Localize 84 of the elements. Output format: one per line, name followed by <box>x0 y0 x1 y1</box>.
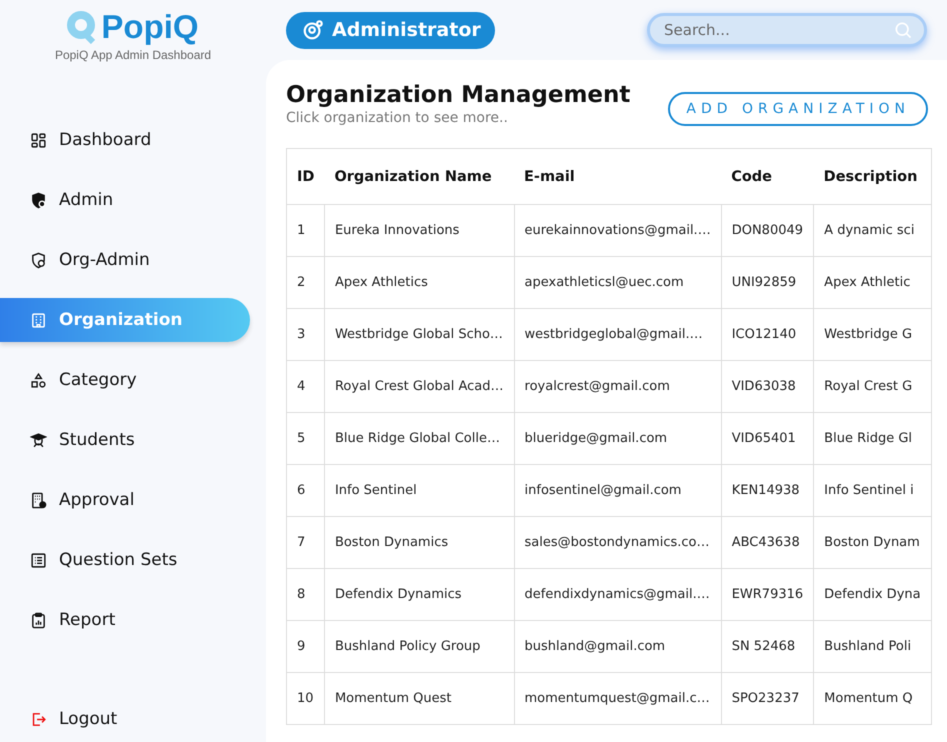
table-cell: Apex Athletic <box>814 256 932 308</box>
table-cell: Bushland Poli <box>814 620 932 672</box>
table-cell: ABC43638 <box>721 516 814 568</box>
table-cell: Royal Crest G <box>814 360 932 412</box>
table-cell: eurekainnovations@gmail.… <box>514 204 722 256</box>
table-cell: SPO23237 <box>721 672 814 724</box>
table-cell: 4 <box>286 360 324 412</box>
table-cell: Apex Athletics <box>324 256 514 308</box>
shield-outline-icon <box>30 252 47 268</box>
sidebar-item[interactable]: Students <box>0 418 250 462</box>
shapes-icon <box>30 372 47 388</box>
clipboard-icon <box>30 612 47 628</box>
column-header: Description <box>814 148 932 204</box>
table-cell: ICO12140 <box>721 308 814 360</box>
table-cell: 8 <box>286 568 324 620</box>
table-cell: Boston Dynamics <box>324 516 514 568</box>
table-cell: defendixdynamics@gmail.… <box>514 568 722 620</box>
role-button[interactable]: Administrator <box>286 12 495 48</box>
column-header: Organization Name <box>324 148 514 204</box>
table-cell: 9 <box>286 620 324 672</box>
search-icon <box>893 20 913 40</box>
table-cell: Boston Dynam <box>814 516 932 568</box>
add-organization-button[interactable]: ADD ORGANIZATION <box>668 92 928 126</box>
table-cell: momentumquest@gmail.c… <box>514 672 722 724</box>
table-cell: Bushland Policy Group <box>324 620 514 672</box>
table-cell: UNI92859 <box>721 256 814 308</box>
table-cell: Blue Ridge Gl <box>814 412 932 464</box>
table-cell: Defendix Dynamics <box>324 568 514 620</box>
sidebar-item[interactable]: Admin <box>0 178 250 222</box>
logo-icon <box>67 10 98 44</box>
table-cell: blueridge@gmail.com <box>514 412 722 464</box>
table-cell: Momentum Q <box>814 672 932 724</box>
sidebar-item[interactable]: Category <box>0 358 250 402</box>
table-cell: sales@bostondynamics.co… <box>514 516 722 568</box>
table-cell: KEN14938 <box>721 464 814 516</box>
sidebar-item[interactable]: Org-Admin <box>0 238 250 282</box>
table-cell: westbridgeglobal@gmail.… <box>514 308 722 360</box>
sidebar-item[interactable]: Report <box>0 598 250 642</box>
table-cell: 1 <box>286 204 324 256</box>
approval-icon <box>30 492 47 508</box>
shield-icon <box>30 192 47 208</box>
table-cell: 7 <box>286 516 324 568</box>
table-cell: VID63038 <box>721 360 814 412</box>
search-field[interactable]: Search... <box>647 13 927 47</box>
table-cell: Blue Ridge Global Colle… <box>324 412 514 464</box>
table-cell: Info Sentinel <box>324 464 514 516</box>
table-cell: Eureka Innovations <box>324 204 514 256</box>
table-cell: bushland@gmail.com <box>514 620 722 672</box>
column-header: E-mail <box>514 148 722 204</box>
page-title: Organization Management <box>286 82 630 108</box>
brand-subtitle: PopiQ App Admin Dashboard <box>54 48 212 62</box>
column-header: ID <box>286 148 324 204</box>
page-subtitle: Click organization to see more.. <box>286 110 509 126</box>
user-gear-icon <box>302 19 324 41</box>
table-cell: A dynamic sci <box>814 204 932 256</box>
table-cell: Royal Crest Global Acad… <box>324 360 514 412</box>
table-cell: 6 <box>286 464 324 516</box>
table-cell: VID65401 <box>721 412 814 464</box>
table-cell: Momentum Quest <box>324 672 514 724</box>
table-cell: royalcrest@gmail.com <box>514 360 722 412</box>
sidebar-item[interactable]: Dashboard <box>0 118 250 162</box>
table-cell: infosentinel@gmail.com <box>514 464 722 516</box>
building-icon <box>30 312 47 328</box>
table-cell: Westbridge Global Scho… <box>324 308 514 360</box>
brand-name: PopiQ <box>101 8 199 46</box>
table-cell: apexathleticsl@uec.com <box>514 256 722 308</box>
logout-icon <box>30 710 47 728</box>
logout-item[interactable]: Logout <box>0 704 266 734</box>
table-cell: 3 <box>286 308 324 360</box>
table-cell: Defendix Dyna <box>814 568 932 620</box>
table-cell: Westbridge G <box>814 308 932 360</box>
sidebar-item[interactable]: Question Sets <box>0 538 250 582</box>
table-cell: SN 52468 <box>721 620 814 672</box>
table-cell: DON80049 <box>721 204 814 256</box>
table-cell: 5 <box>286 412 324 464</box>
student-icon <box>30 432 47 448</box>
table-cell: 2 <box>286 256 324 308</box>
grid-icon <box>30 132 47 148</box>
table-cell: 10 <box>286 672 324 724</box>
table-cell: Info Sentinel i <box>814 464 932 516</box>
column-header: Code <box>721 148 814 204</box>
list-icon <box>30 552 47 568</box>
table-cell: EWR79316 <box>721 568 814 620</box>
sidebar-item[interactable]: Approval <box>0 478 250 522</box>
